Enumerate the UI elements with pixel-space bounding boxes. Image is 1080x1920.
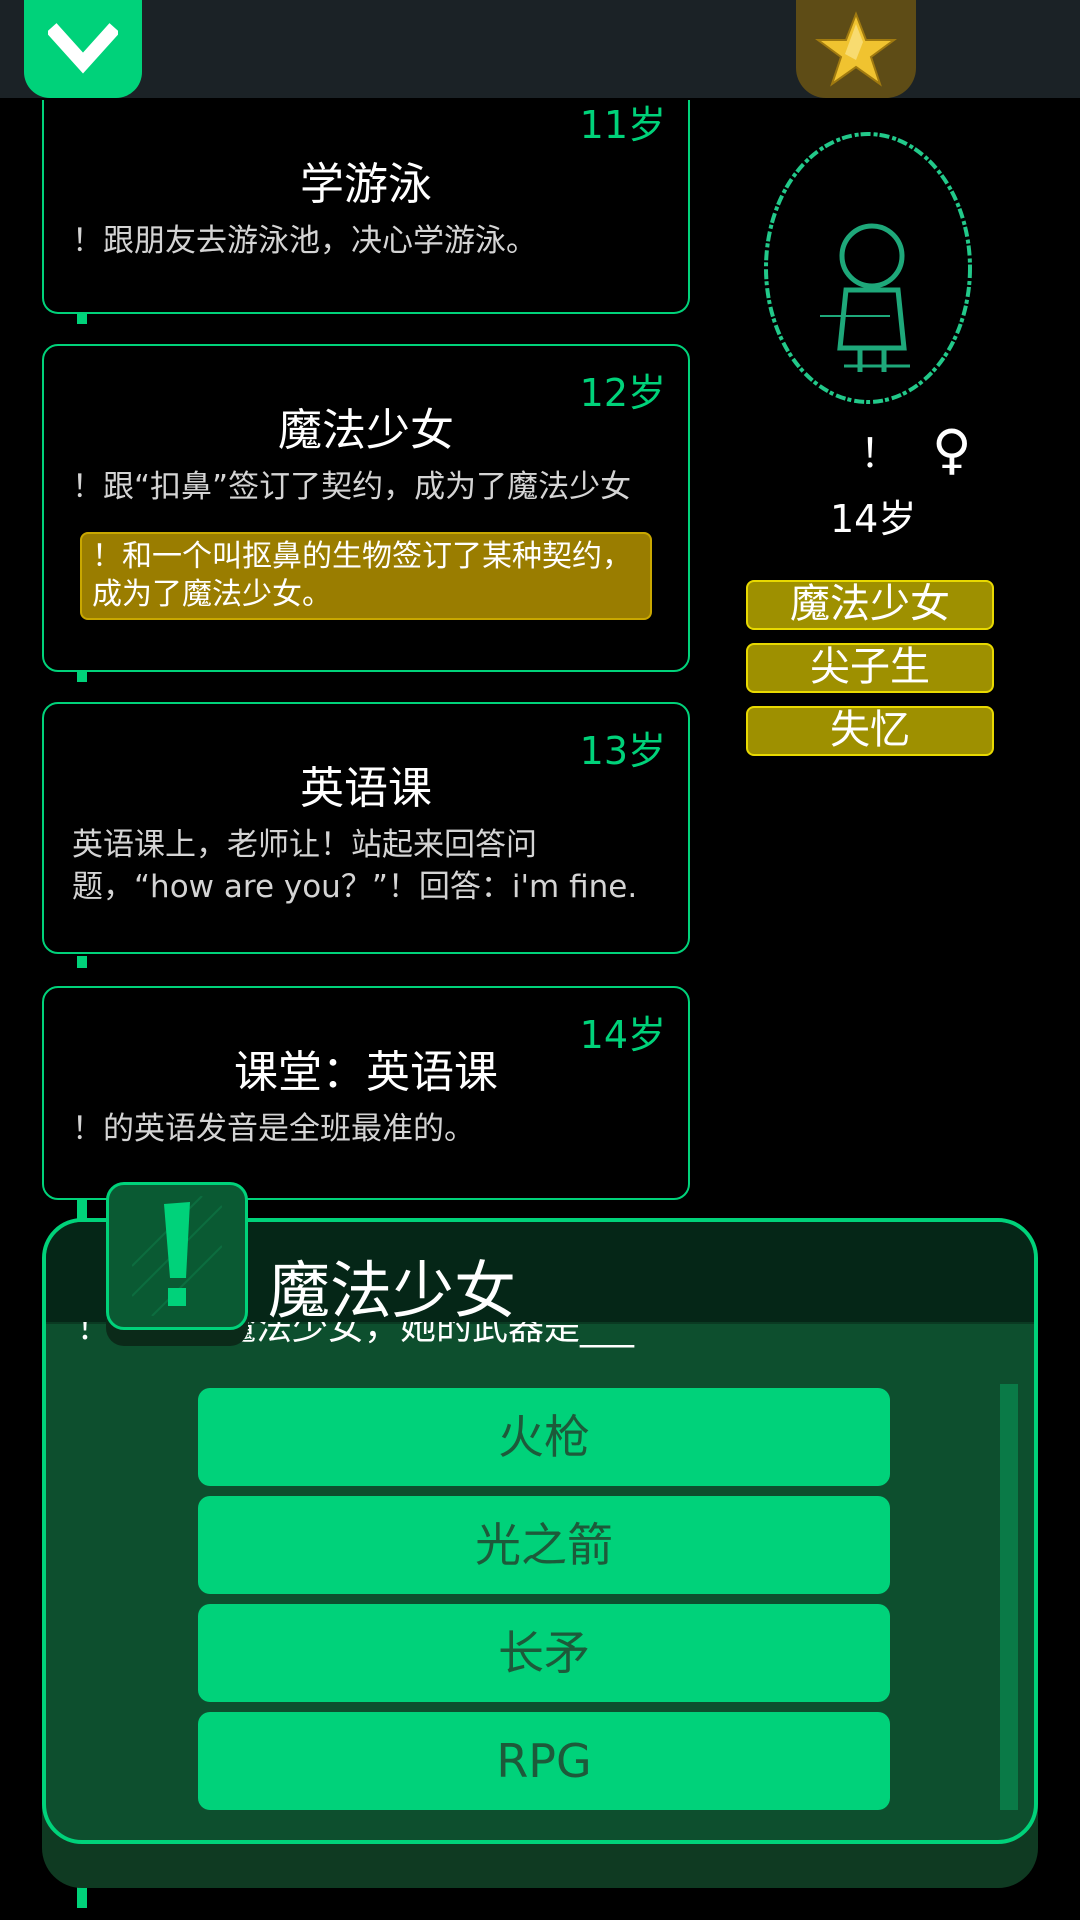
timeline-card[interactable]: 12岁 魔法少女 ！跟“扣鼻”签订了契约，成为了魔法少女 ！和一个叫抠鼻的生物签… xyxy=(42,344,690,672)
trait-tag[interactable]: 尖子生 xyxy=(746,643,994,693)
trait-tag[interactable]: 失忆 xyxy=(746,706,994,756)
card-description: ！的英语发音是全班最准的。 xyxy=(72,1111,475,1147)
chevron-down-icon xyxy=(48,23,118,74)
timeline-connector xyxy=(77,956,87,968)
achievement-button[interactable] xyxy=(796,0,916,98)
card-description: ！跟“扣鼻”签订了契约，成为了魔法少女 xyxy=(72,469,632,505)
option-button[interactable]: 长矛 xyxy=(198,1604,890,1702)
card-age: 11岁 xyxy=(579,103,666,147)
avatar xyxy=(764,132,972,404)
scrollbar[interactable] xyxy=(1000,1384,1018,1810)
card-description: 英语课上，老师让！站起来回答问题，“how are you？”！回答：i'm f… xyxy=(72,827,638,905)
card-title: 学游泳 xyxy=(300,159,432,210)
option-button[interactable]: RPG xyxy=(198,1712,890,1810)
profile-name: ！ xyxy=(860,430,900,477)
female-icon: ♀ xyxy=(932,418,972,481)
exclamation-icon xyxy=(106,1182,248,1330)
trait-tag[interactable]: 魔法少女 xyxy=(746,580,994,630)
card-description: ！跟朋友去游泳池，决心学游泳。 xyxy=(72,223,537,259)
collapse-button[interactable] xyxy=(24,0,142,98)
profile-name-gender: ！ ♀ xyxy=(860,418,972,481)
card-title: 课堂：英语课 xyxy=(234,1047,498,1098)
exclamation-mark xyxy=(132,1196,222,1316)
option-button[interactable]: 光之箭 xyxy=(198,1496,890,1594)
timeline-connector xyxy=(77,1886,87,1908)
timeline-card[interactable]: 14岁 课堂：英语课 ！的英语发音是全班最准的。 xyxy=(42,986,690,1200)
option-button[interactable]: 火枪 xyxy=(198,1388,890,1486)
card-title: 英语课 xyxy=(300,763,432,814)
top-bar xyxy=(0,0,1080,98)
card-title: 魔法少女 xyxy=(278,405,454,456)
card-note: ！和一个叫抠鼻的生物签订了某种契约，成为了魔法少女。 xyxy=(80,532,652,620)
profile-age: 14岁 xyxy=(830,497,917,541)
timeline-card[interactable]: 13岁 英语课 英语课上，老师让！站起来回答问题，“how are you？”！… xyxy=(42,702,690,954)
timeline-card[interactable]: 11岁 学游泳 ！跟朋友去游泳池，决心学游泳。 xyxy=(42,100,690,314)
dialog-title: 魔法少女 xyxy=(268,1254,517,1327)
timeline-connector xyxy=(77,1200,87,1220)
star-icon xyxy=(815,11,897,87)
